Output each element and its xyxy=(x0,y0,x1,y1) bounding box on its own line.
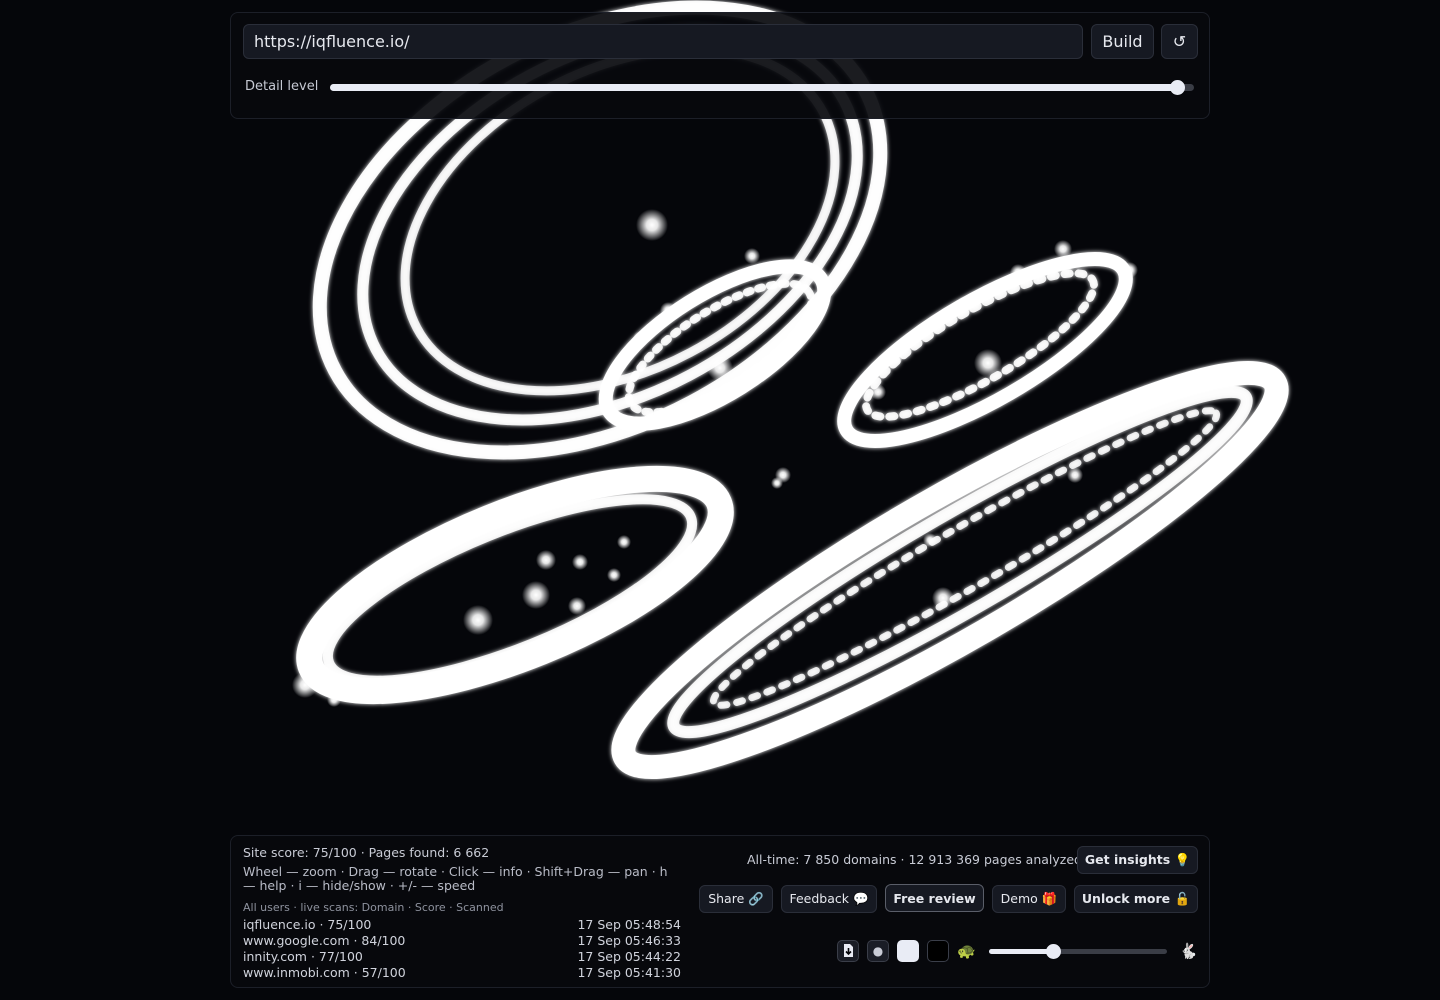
scan-domain: iqfluence.io · 75/100 xyxy=(243,917,372,932)
dot-icon: ● xyxy=(872,944,884,958)
list-item[interactable]: iqfluence.io · 75/100 17 Sep 05:48:54 xyxy=(243,917,681,933)
refresh-icon: ↺ xyxy=(1172,32,1187,51)
download-icon xyxy=(844,944,853,957)
live-scans-list: iqfluence.io · 75/100 17 Sep 05:48:54 ww… xyxy=(243,917,681,981)
list-item[interactable]: innity.com · 77/100 17 Sep 05:44:22 xyxy=(243,949,681,965)
scan-time: 17 Sep 05:41:30 xyxy=(577,965,681,980)
all-time-stats: All-time: 7 850 domains · 12 913 369 pag… xyxy=(747,852,1082,867)
list-item[interactable]: www.inmobi.com · 57/100 17 Sep 05:41:30 xyxy=(243,965,681,981)
url-input[interactable] xyxy=(243,24,1083,59)
reset-button[interactable]: ↺ xyxy=(1161,24,1198,59)
detail-level-thumb[interactable] xyxy=(1169,80,1185,95)
share-button[interactable]: Share 🔗 xyxy=(699,885,773,913)
info-panel: Site score: 75/100 · Pages found: 6 662 … xyxy=(230,835,1210,988)
speed-thumb[interactable] xyxy=(1046,944,1062,959)
scan-domain: innity.com · 77/100 xyxy=(243,949,363,964)
point-style-button[interactable]: ● xyxy=(867,940,889,962)
list-item[interactable]: www.google.com · 84/100 17 Sep 05:46:33 xyxy=(243,933,681,949)
ring-cluster-center xyxy=(598,259,832,431)
feedback-button[interactable]: Feedback 💬 xyxy=(781,885,877,913)
top-toolbar: Build ↺ Detail level xyxy=(230,12,1210,119)
turtle-icon: 🐢 xyxy=(957,942,976,960)
download-button[interactable] xyxy=(837,940,859,962)
demo-button[interactable]: Demo 🎁 xyxy=(992,885,1066,913)
scan-domain: www.inmobi.com · 57/100 xyxy=(243,965,406,980)
light-mode-button[interactable] xyxy=(897,940,919,962)
site-summary: Site score: 75/100 · Pages found: 6 662 xyxy=(243,845,490,860)
live-scans-header: All users · live scans: Domain · Score ·… xyxy=(243,901,504,914)
scan-domain: www.google.com · 84/100 xyxy=(243,933,406,948)
dark-mode-button[interactable] xyxy=(927,940,949,962)
build-button[interactable]: Build xyxy=(1091,24,1154,59)
scan-time: 17 Sep 05:46:33 xyxy=(577,933,681,948)
rabbit-icon: 🐇 xyxy=(1179,942,1198,960)
speed-slider[interactable] xyxy=(989,944,1167,959)
free-review-button[interactable]: Free review xyxy=(885,884,984,912)
scan-time: 17 Sep 05:44:22 xyxy=(577,949,681,964)
speed-fill xyxy=(989,949,1054,954)
detail-level-label: Detail level xyxy=(245,79,319,94)
keyboard-help: Wheel — zoom · Drag — rotate · Click — i… xyxy=(243,864,668,893)
detail-level-fill xyxy=(330,84,1177,91)
unlock-more-button[interactable]: Unlock more 🔓 xyxy=(1074,885,1198,913)
detail-level-slider[interactable] xyxy=(330,80,1194,95)
get-insights-button[interactable]: Get insights 💡 xyxy=(1077,846,1198,874)
scan-time: 17 Sep 05:48:54 xyxy=(577,917,681,932)
